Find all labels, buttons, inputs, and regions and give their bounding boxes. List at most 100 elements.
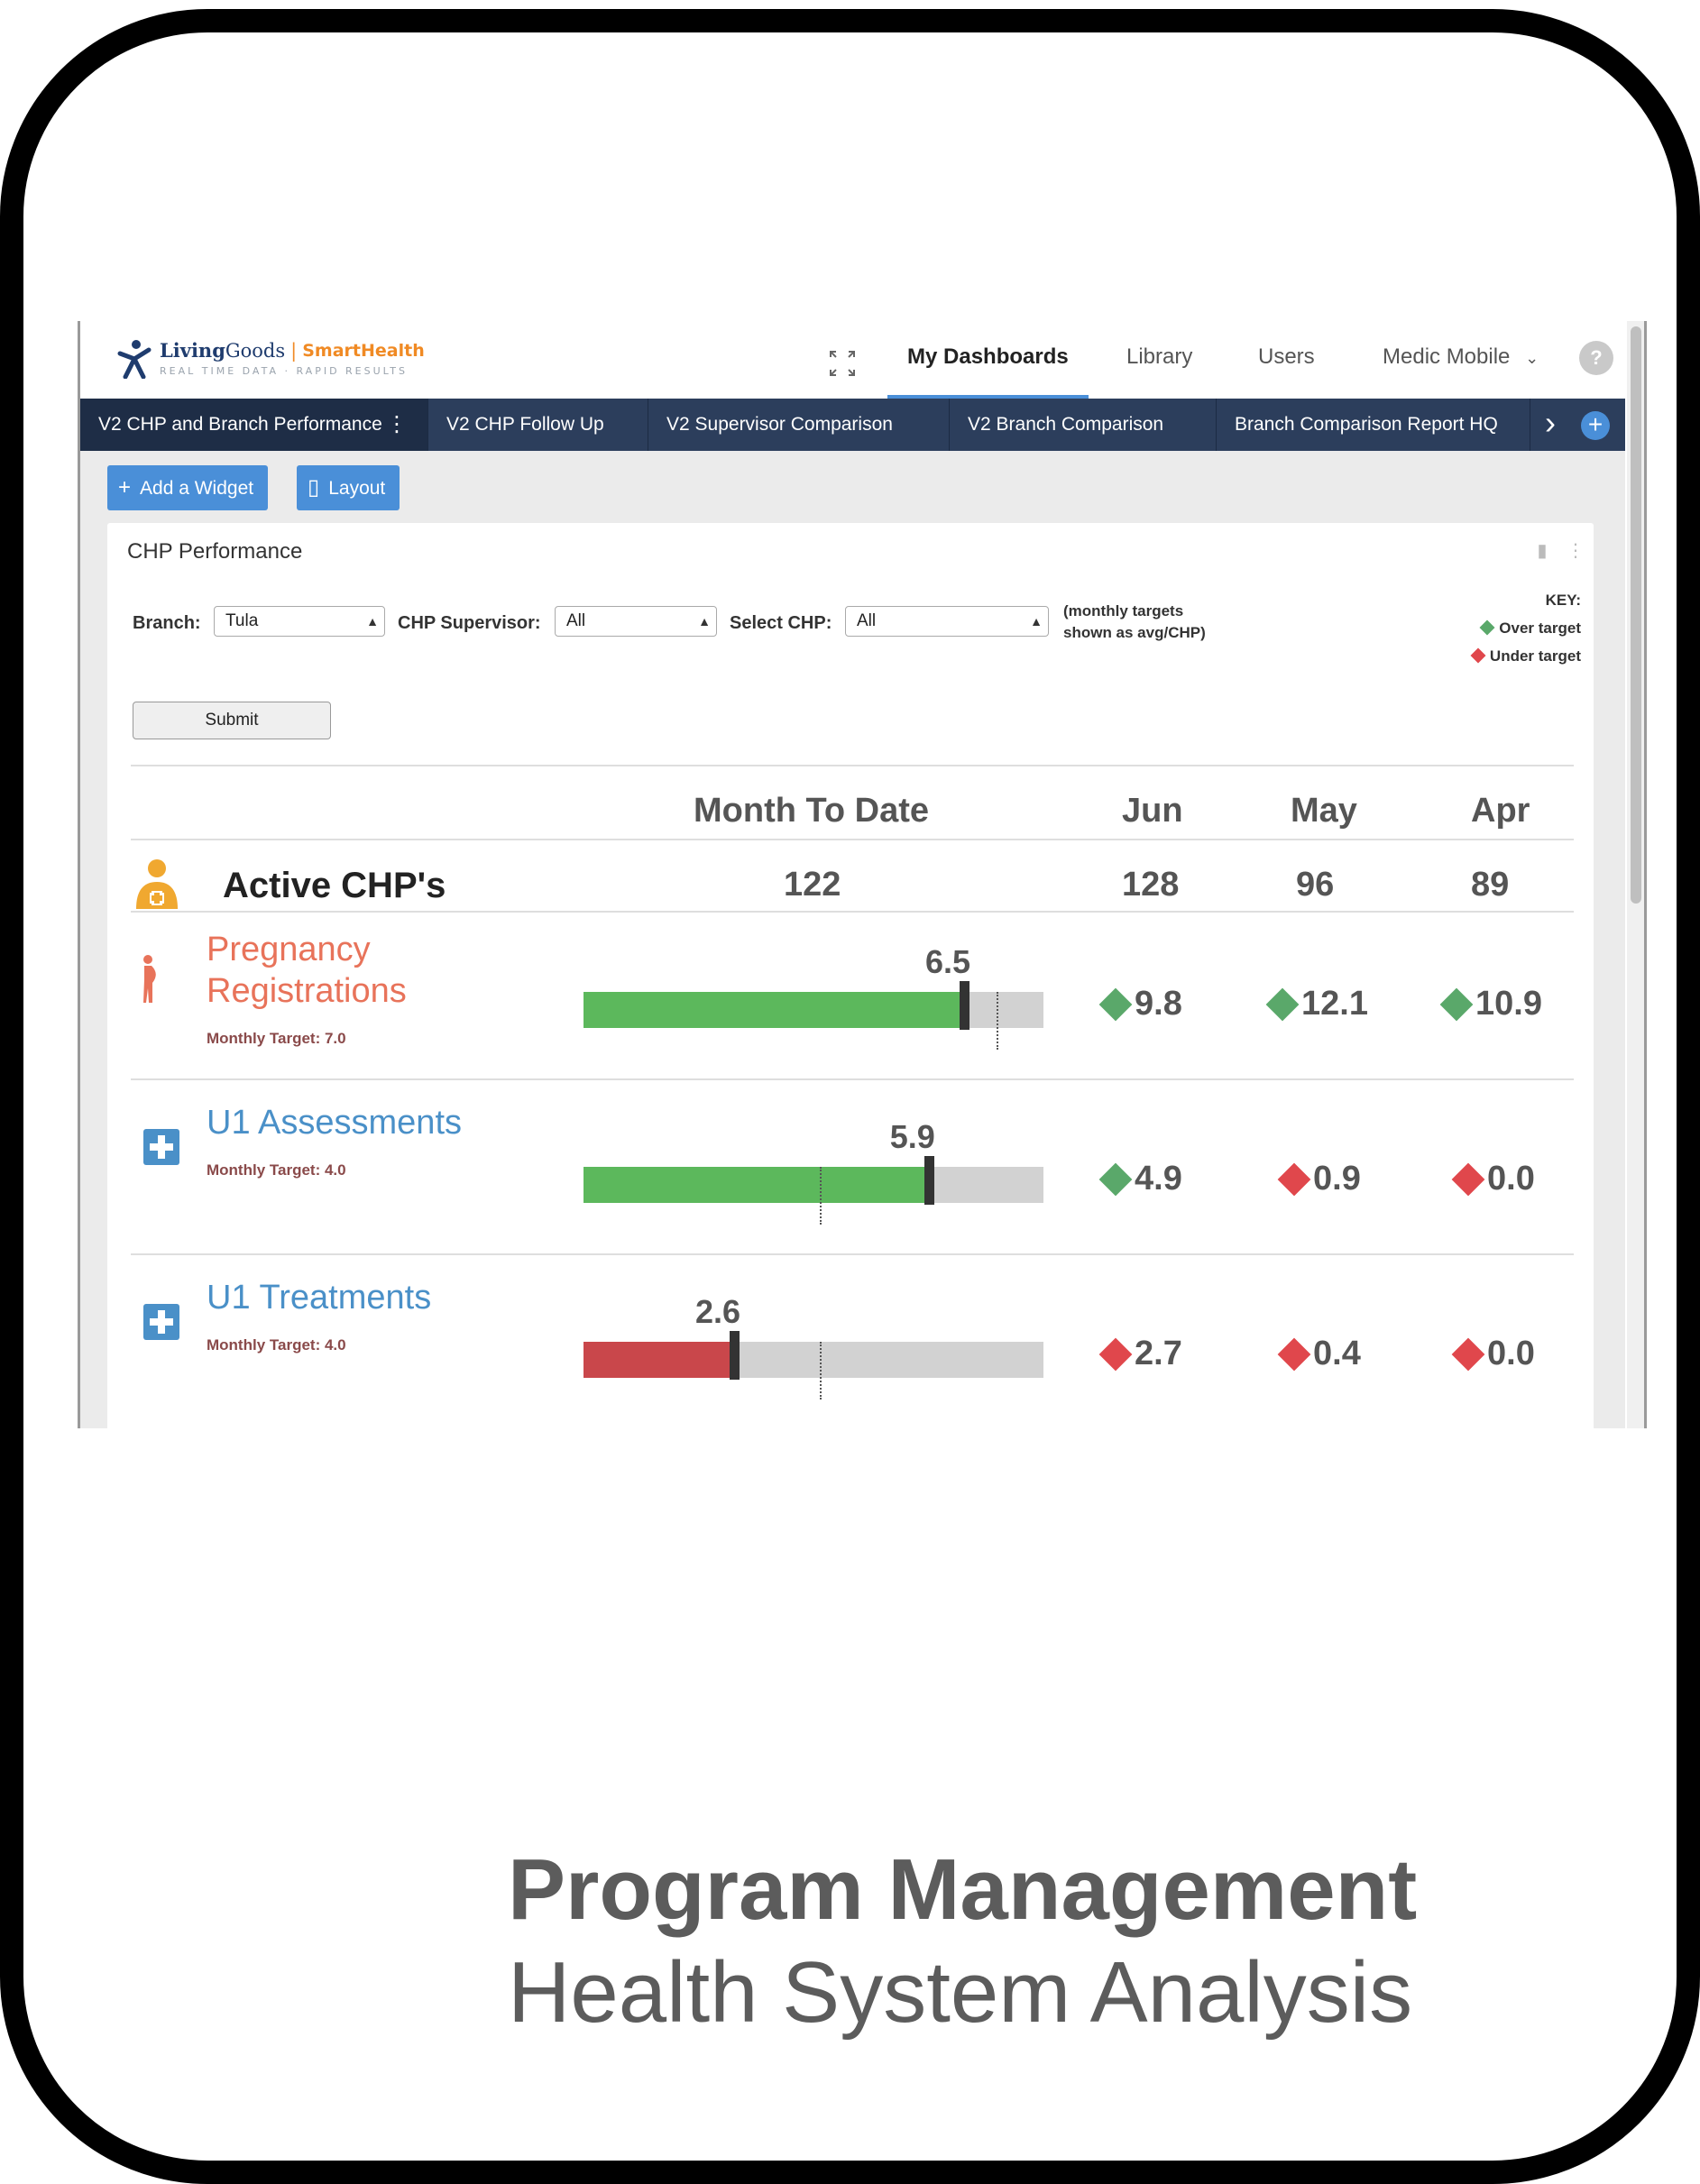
- tab-chp-follow-up[interactable]: V2 CHP Follow Up: [428, 399, 648, 451]
- health-worker-icon: [136, 859, 178, 909]
- nav-my-dashboards[interactable]: My Dashboards: [887, 344, 1089, 399]
- widget-options-icon[interactable]: ⋮: [1567, 541, 1585, 561]
- bar-value-label: 6.5: [925, 943, 971, 980]
- pregnant-woman-icon: [143, 955, 156, 1003]
- progress-fill: [584, 992, 967, 1028]
- nav-org-menu[interactable]: Medic Mobile ⌄: [1383, 344, 1539, 399]
- bar-value-label: 5.9: [889, 1118, 935, 1155]
- logo-smarthealth: SmartHealth: [302, 340, 425, 361]
- column-jun: Jun: [1122, 792, 1183, 830]
- fullscreen-expand-icon[interactable]: [827, 348, 858, 379]
- tab-branch-comparison-report-hq[interactable]: Branch Comparison Report HQ: [1217, 399, 1530, 451]
- supervisor-select-value: All: [566, 611, 586, 630]
- select-chp-label: Select CHP:: [730, 613, 832, 633]
- metric-target: Monthly Target: 4.0: [207, 1336, 346, 1354]
- key-over-label: Over target: [1499, 619, 1581, 637]
- history-jun: 9.8: [1098, 985, 1182, 1023]
- history-apr: 0.0: [1451, 1160, 1535, 1198]
- key-under: Under target: [1470, 642, 1581, 670]
- top-navigation: Living Goods | SmartHealth REAL TIME DATA…: [80, 321, 1644, 399]
- add-widget-button[interactable]: + Add a Widget: [107, 465, 269, 510]
- nav-users[interactable]: Users: [1258, 344, 1315, 399]
- livinggoods-logo[interactable]: Living Goods | SmartHealth REAL TIME DATA…: [116, 339, 425, 384]
- comment-icon[interactable]: ▮: [1537, 541, 1547, 561]
- divider: [131, 765, 1574, 766]
- chp-select-value: All: [857, 611, 877, 630]
- tab-chp-branch-performance[interactable]: V2 CHP and Branch Performance ⋮: [80, 399, 428, 451]
- nav-library[interactable]: Library: [1126, 344, 1192, 399]
- status-diamond-icon: [1277, 1162, 1311, 1196]
- widget-tools: ▮ ⋮: [1537, 539, 1585, 562]
- metric-target: Monthly Target: 4.0: [207, 1161, 346, 1179]
- medical-cross-icon: [143, 1304, 179, 1340]
- vertical-scrollbar[interactable]: [1627, 321, 1644, 1428]
- metric-name: U1 Treatments: [207, 1277, 431, 1318]
- select-arrows-icon: ▲: [698, 614, 711, 629]
- history-value: 0.4: [1313, 1335, 1361, 1372]
- history-value: 0.0: [1487, 1335, 1535, 1372]
- history-value: 9.8: [1135, 985, 1182, 1023]
- active-chps-apr: 89: [1471, 866, 1510, 904]
- logo-tagline: REAL TIME DATA · RAPID RESULTS: [160, 365, 408, 377]
- status-diamond-icon: [1098, 987, 1133, 1021]
- value-marker: [924, 1156, 934, 1205]
- tab-branch-comparison[interactable]: V2 Branch Comparison: [950, 399, 1217, 451]
- submit-button[interactable]: Submit: [133, 702, 331, 739]
- key-under-label: Under target: [1489, 647, 1581, 665]
- dashboard-tab-bar: V2 CHP and Branch Performance ⋮ V2 CHP F…: [80, 399, 1625, 451]
- history-apr: 10.9: [1439, 985, 1542, 1023]
- tab-label: V2 Supervisor Comparison: [666, 414, 893, 435]
- person-logo-icon: [117, 340, 152, 379]
- nav-org-label: Medic Mobile: [1383, 344, 1511, 369]
- metric-name-line1: U1 Treatments: [207, 1279, 432, 1317]
- caption-title: Program Management: [508, 1841, 1418, 1938]
- key-over: Over target: [1473, 614, 1581, 642]
- tab-supervisor-comparison[interactable]: V2 Supervisor Comparison: [648, 399, 950, 451]
- dashboard-workspace: + Add a Widget ▯ Layout CHP Performance ▮ …: [80, 451, 1625, 1428]
- branch-label: Branch:: [133, 613, 201, 633]
- layout-label: Layout: [328, 478, 386, 499]
- metric-name: U1 Assessments: [207, 1102, 462, 1143]
- status-diamond-icon: [1265, 987, 1300, 1021]
- chp-performance-widget: CHP Performance ▮ ⋮ Branch: Tula ▲ CHP S…: [107, 523, 1594, 1428]
- divider: [131, 839, 1574, 840]
- progress-fill: [584, 1342, 737, 1378]
- progress-fill: [584, 1167, 932, 1203]
- status-diamond-icon: [1451, 1162, 1485, 1196]
- active-chps-mtd: 122: [784, 866, 841, 904]
- help-icon[interactable]: ?: [1579, 341, 1613, 375]
- scrollbar-thumb[interactable]: [1631, 326, 1641, 904]
- layout-button[interactable]: ▯ Layout: [297, 465, 400, 510]
- chp-select[interactable]: All ▲: [845, 606, 1049, 637]
- chevron-right-icon[interactable]: ›: [1530, 399, 1570, 451]
- divider: [131, 911, 1574, 913]
- status-diamond-icon: [1098, 1337, 1133, 1371]
- status-diamond-icon: [1439, 987, 1474, 1021]
- bar-value-label: 2.6: [695, 1293, 741, 1330]
- add-tab-plus-icon[interactable]: +: [1581, 411, 1610, 440]
- tab-options-icon[interactable]: ⋮: [386, 399, 408, 451]
- supervisor-label: CHP Supervisor:: [398, 613, 541, 633]
- metric-name: Pregnancy Registrations: [207, 929, 407, 1012]
- branch-select[interactable]: Tula ▲: [214, 606, 385, 637]
- target-line: [996, 992, 998, 1050]
- progress-bar: 6.5: [584, 943, 1043, 1050]
- target-line: [819, 1342, 822, 1399]
- select-arrows-icon: ▲: [366, 614, 379, 629]
- branch-select-value: Tula: [225, 611, 259, 630]
- history-value: 10.9: [1475, 985, 1542, 1023]
- active-chps-jun: 128: [1122, 866, 1180, 904]
- supervisor-select[interactable]: All ▲: [555, 606, 717, 637]
- select-arrows-icon: ▲: [1030, 614, 1043, 629]
- tab-label: V2 CHP and Branch Performance: [98, 414, 382, 435]
- divider: [131, 1078, 1574, 1080]
- plus-icon: +: [118, 475, 132, 500]
- status-diamond-icon: [1277, 1337, 1311, 1371]
- red-diamond-icon: [1470, 647, 1486, 664]
- targets-note-line1: (monthly targets: [1063, 602, 1184, 619]
- legend-key: KEY: Over target Under target: [1470, 586, 1581, 670]
- history-value: 2.7: [1135, 1335, 1182, 1372]
- divider: [131, 1253, 1574, 1255]
- dashboard-screenshot: Living Goods | SmartHealth REAL TIME DATA…: [78, 321, 1647, 1428]
- history-value: 0.9: [1313, 1160, 1361, 1198]
